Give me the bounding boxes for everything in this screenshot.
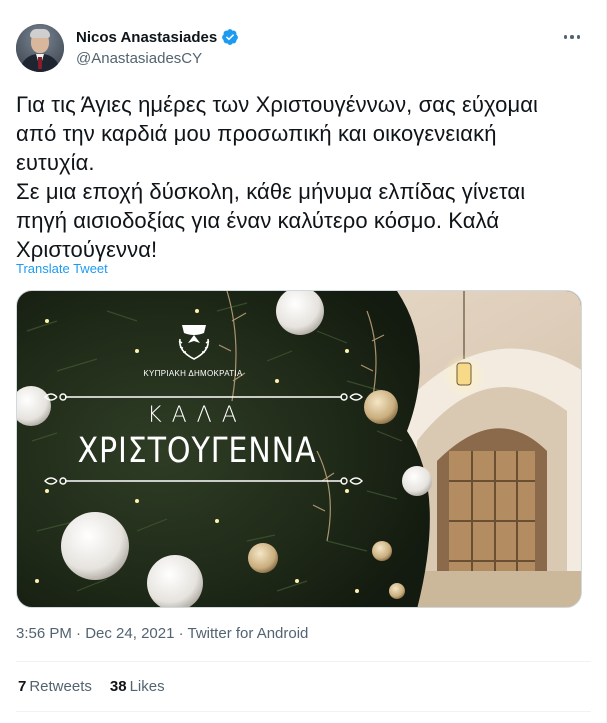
tweet-date[interactable]: Dec 24, 2021 <box>85 625 174 642</box>
divider <box>16 661 591 662</box>
retweets-label: Retweets <box>29 678 92 695</box>
more-horizontal-icon[interactable] <box>561 26 583 48</box>
tweet-media-image[interactable]: ΚΥΠΡΙΑΚΗ ΔΗΜΟΚΡΑΤΙΑ ΚΑΛΑ ΧΡΙΣΤΟΥΓΕΝΝΑ <box>16 290 582 608</box>
meta-separator: · <box>71 625 86 642</box>
display-name[interactable]: Nicos Anastasiades <box>76 29 217 46</box>
user-handle[interactable]: @AnastasiadesCY <box>76 50 202 67</box>
greeting-line1: ΚΑΛΑ <box>147 403 247 428</box>
verified-badge-icon <box>222 29 239 45</box>
likes-stat[interactable]: 38 Likes <box>110 678 165 695</box>
republic-label: ΚΥΠΡΙΑΚΗ ΔΗΜΟΚΡΑΤΙΑ <box>143 369 243 378</box>
tweet-stats: 7 Retweets 38 Likes <box>18 678 165 695</box>
tweet-card: Nicos Anastasiades @AnastasiadesCY Για τ… <box>0 0 607 723</box>
tweet-time[interactable]: 3:56 PM <box>16 625 72 642</box>
tweet-source[interactable]: Twitter for Android <box>188 625 309 642</box>
cyprus-republic-seal-icon <box>178 325 210 360</box>
likes-label: Likes <box>129 678 165 695</box>
tweet-meta: 3:56 PM · Dec 24, 2021 · Twitter for And… <box>16 625 308 642</box>
likes-count: 38 <box>109 678 127 695</box>
divider-bottom <box>16 711 591 712</box>
meta-separator-2: · <box>174 625 188 642</box>
avatar[interactable] <box>16 24 64 72</box>
retweets-count: 7 <box>18 678 27 695</box>
greeting-overlay: ΚΥΠΡΙΑΚΗ ΔΗΜΟΚΡΑΤΙΑ ΚΑΛΑ ΧΡΙΣΤΟΥΓΕΝΝΑ <box>17 291 581 607</box>
translate-tweet-link[interactable]: Translate Tweet <box>16 261 108 276</box>
greeting-line2: ΧΡΙΣΤΟΥΓΕΝΝΑ <box>77 431 317 471</box>
tweet-text: Για τις Άγιες ημέρες των Χριστουγέννων, … <box>16 92 539 262</box>
retweets-stat[interactable]: 7 Retweets <box>18 678 92 695</box>
author-name-row[interactable]: Nicos Anastasiades <box>76 28 239 46</box>
